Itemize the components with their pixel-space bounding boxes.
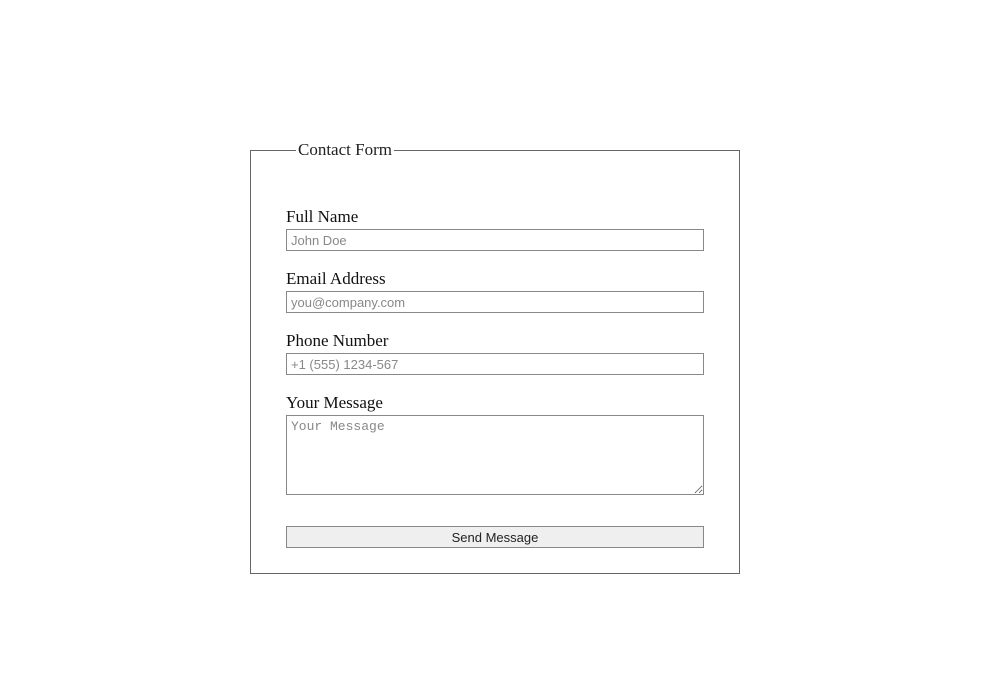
field-group-email: Email Address xyxy=(286,269,704,313)
message-label: Your Message xyxy=(286,393,704,413)
field-group-message: Your Message xyxy=(286,393,704,500)
email-input[interactable] xyxy=(286,291,704,313)
form-legend: Contact Form xyxy=(296,140,394,160)
email-label: Email Address xyxy=(286,269,704,289)
field-group-name: Full Name xyxy=(286,207,704,251)
field-group-phone: Phone Number xyxy=(286,331,704,375)
message-textarea[interactable] xyxy=(286,415,704,495)
send-message-button[interactable]: Send Message xyxy=(286,526,704,548)
name-input[interactable] xyxy=(286,229,704,251)
contact-form-container: Contact Form Full Name Email Address Pho… xyxy=(250,140,740,574)
name-label: Full Name xyxy=(286,207,704,227)
submit-row: Send Message xyxy=(286,526,704,548)
phone-input[interactable] xyxy=(286,353,704,375)
phone-label: Phone Number xyxy=(286,331,704,351)
contact-form-fieldset: Contact Form Full Name Email Address Pho… xyxy=(250,140,740,574)
